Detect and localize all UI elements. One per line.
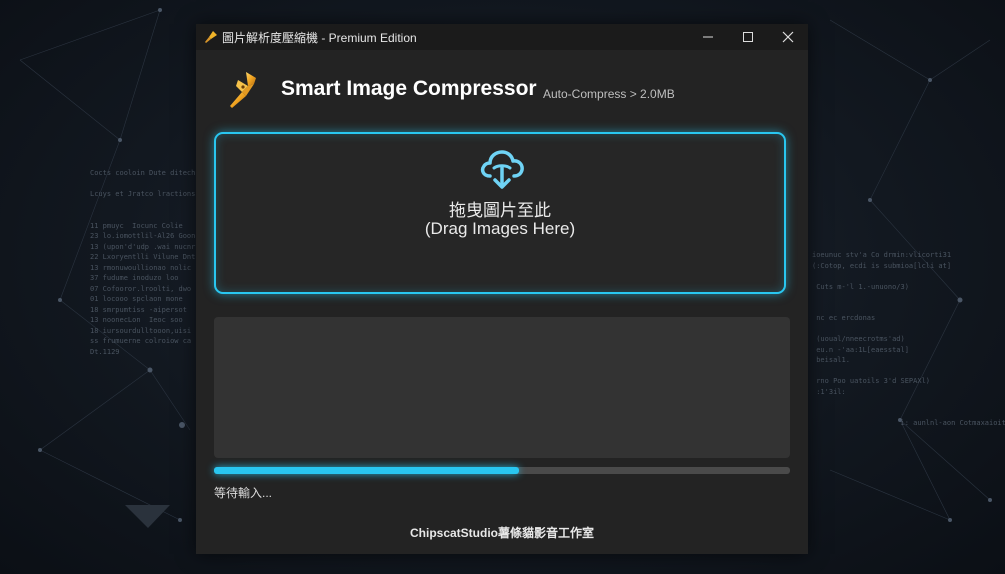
cloud-download-icon: [480, 150, 524, 189]
status-text: 等待輸入...: [214, 486, 273, 500]
title-bar[interactable]: 圖片解析度壓縮機 - Premium Edition: [196, 24, 808, 50]
image-drop-zone[interactable]: 拖曳圖片至此 (Drag Images Here): [214, 132, 786, 294]
window-title: 圖片解析度壓縮機 - Premium Edition: [222, 30, 417, 45]
app-header: Smart Image Compressor Auto-Compress > 2…: [196, 50, 808, 130]
log-output-panel[interactable]: [214, 317, 790, 458]
drop-instruction-english: (Drag Images Here): [424, 219, 576, 238]
window-controls: [688, 24, 808, 50]
app-subtitle: Auto-Compress > 2.0MB: [543, 87, 675, 101]
background-code-text-left: Cocts cooloin Dute ditech Lcuys et Jratc…: [90, 169, 200, 356]
app-window: 圖片解析度壓縮機 - Premium Edition Smart Image C…: [196, 24, 808, 554]
background-code-text-right: ioeunuc stv'a Co drmin:vlicorti31 (:Coto…: [812, 251, 1005, 427]
footer-credit: ChipscatStudio薯條貓影音工作室: [409, 526, 594, 540]
progress-bar: [214, 467, 790, 474]
pen-nib-logo-icon: [226, 70, 260, 110]
close-icon: [782, 31, 794, 43]
maximize-icon: [743, 32, 753, 42]
close-button[interactable]: [768, 24, 808, 50]
progress-bar-fill: [214, 467, 520, 474]
app-title: Smart Image Compressor: [281, 77, 537, 100]
drop-instruction-chinese: 拖曳圖片至此: [449, 201, 551, 220]
minimize-button[interactable]: [688, 24, 728, 50]
pen-nib-icon: [204, 30, 218, 44]
minimize-icon: [703, 36, 713, 38]
maximize-button[interactable]: [728, 24, 768, 50]
